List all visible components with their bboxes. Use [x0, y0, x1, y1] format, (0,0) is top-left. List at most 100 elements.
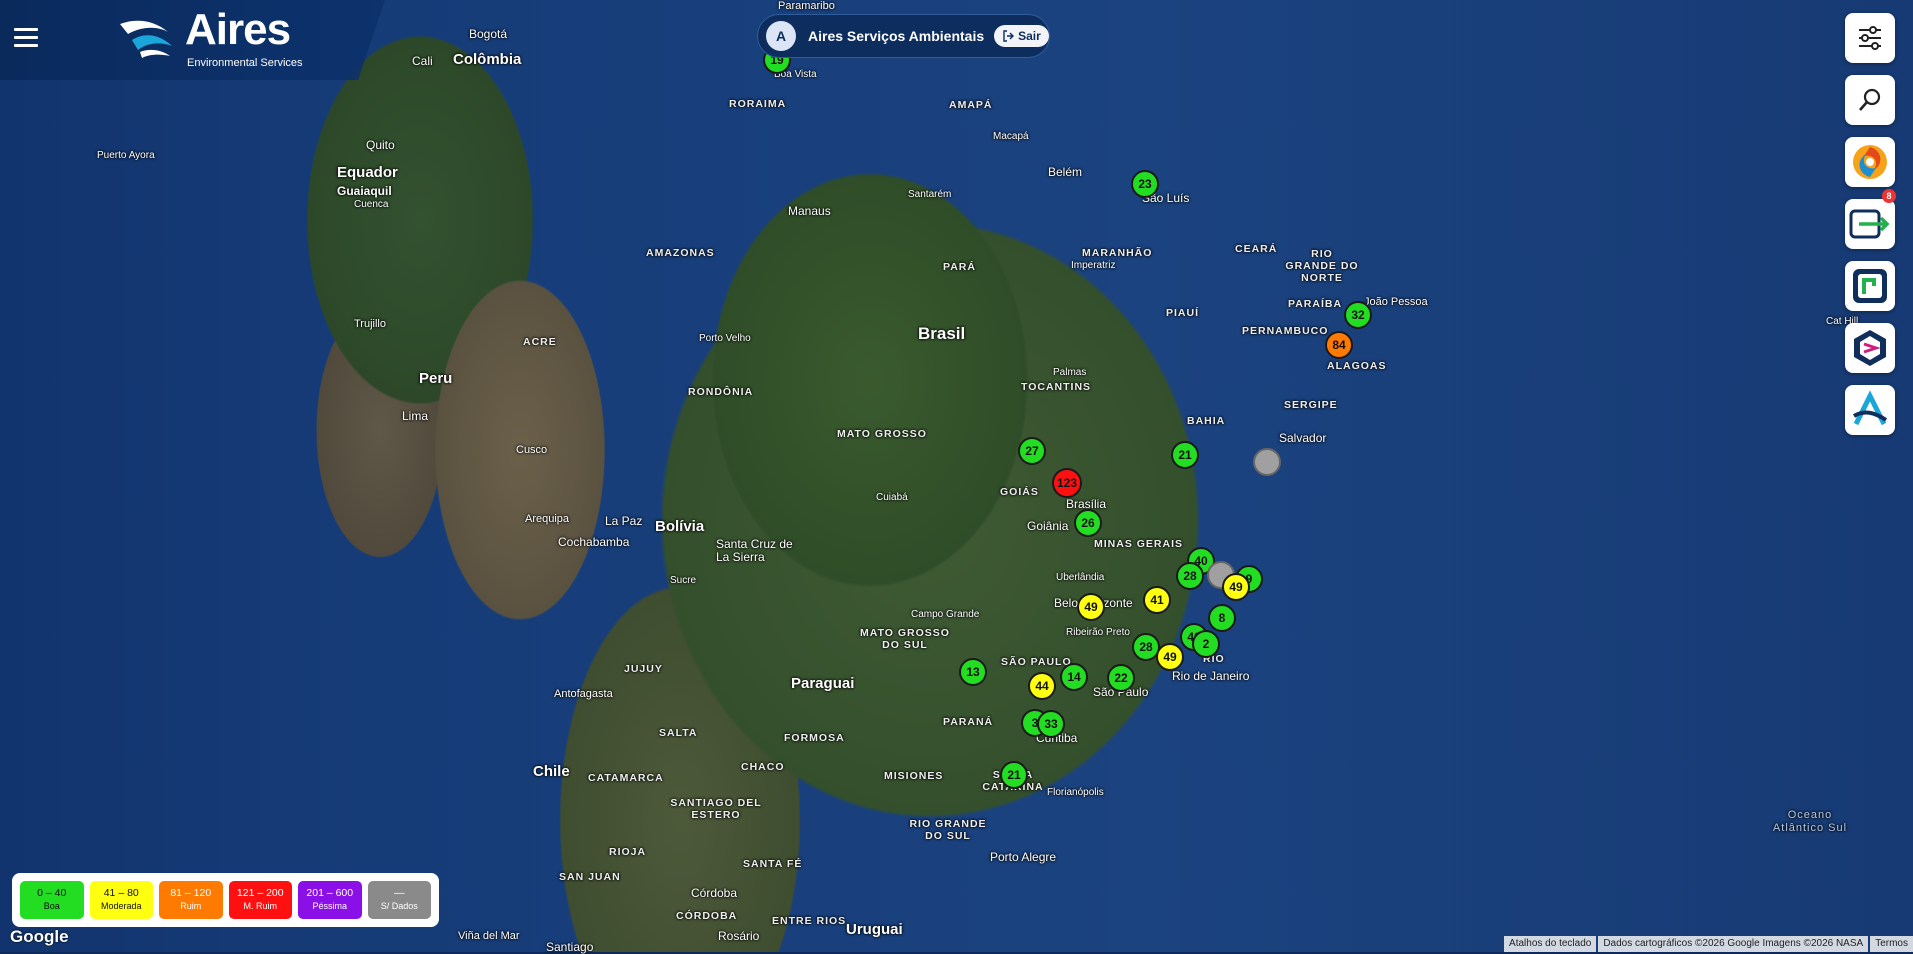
aires-logo-icon	[120, 20, 172, 58]
r-app-icon	[1853, 269, 1887, 303]
aqi-station-marker[interactable]: 13	[959, 658, 987, 686]
city-label: Palmas	[1053, 367, 1087, 378]
aqi-station-marker[interactable]: 28	[1176, 562, 1204, 590]
state-label: SÃO PAULO	[1001, 656, 1072, 668]
aqi-station-marker[interactable]: 23	[1131, 170, 1159, 198]
city-label: Imperatriz	[1071, 260, 1116, 271]
city-label: Goiânia	[1027, 519, 1069, 533]
aqi-station-marker[interactable]: 14	[1060, 663, 1088, 691]
logout-button[interactable]: Sair	[994, 25, 1049, 47]
state-label: RIOJA	[609, 846, 647, 858]
aqi-station-marker[interactable]: 21	[1171, 441, 1199, 469]
aqi-station-marker[interactable]: 27	[1018, 437, 1046, 465]
swirl-app-icon	[1853, 145, 1887, 179]
user-account-bar: A Aires Serviços Ambientais Sair	[757, 14, 1050, 58]
aqi-station-marker[interactable]: 84	[1325, 331, 1353, 359]
country-label: Peru	[419, 370, 453, 387]
state-label: SERGIPE	[1284, 399, 1338, 411]
state-label: CATAMARCA	[588, 772, 664, 784]
city-label: Campo Grande	[911, 609, 980, 620]
export-app-button[interactable]	[1845, 199, 1895, 249]
state-label: SANTA FÉ	[743, 858, 803, 870]
state-label: AMAPÁ	[949, 99, 993, 111]
country-label: Paraguai	[791, 675, 855, 692]
city-label: Porto Alegre	[990, 850, 1057, 864]
weather-app-button[interactable]	[1845, 137, 1895, 187]
brand-subtitle: Environmental Services	[187, 57, 303, 69]
a-app-button[interactable]	[1845, 385, 1895, 435]
search-icon	[1859, 88, 1881, 111]
menu-icon[interactable]	[14, 28, 38, 48]
state-label: PIAUÍ	[1166, 307, 1200, 319]
satellite-map[interactable]: Brasil Colômbia Equador Peru Bolívia Par…	[0, 0, 1913, 954]
city-label: Ribeirão Preto	[1066, 627, 1130, 638]
state-label: BAHIA	[1187, 415, 1226, 427]
city-label: Salvador	[1279, 431, 1327, 445]
aqi-station-marker[interactable]: 21	[1000, 761, 1028, 789]
state-label: MARANHÃO	[1082, 247, 1153, 259]
legend-item: 201 – 600 Péssima	[298, 881, 362, 919]
legend-range: 81 – 120	[170, 887, 212, 899]
legend-range: 201 – 600	[306, 887, 354, 899]
aqi-station-marker[interactable]: 49	[1077, 593, 1105, 621]
terms-link[interactable]: Termos	[1870, 936, 1913, 952]
city-label: Santarém	[908, 189, 952, 200]
state-label: SANTIAGO DEL ESTERO	[670, 797, 762, 821]
state-label: CHACO	[741, 761, 785, 773]
state-label: AMAZONAS	[646, 247, 715, 259]
map-data-credit[interactable]: Dados cartográficos ©2026 Google Imagens…	[1598, 936, 1869, 952]
aqi-station-marker[interactable]	[1253, 448, 1281, 476]
aqi-station-marker[interactable]: 33	[1037, 710, 1065, 738]
state-label: JUJUY	[624, 663, 663, 675]
city-label: La Paz	[605, 514, 643, 528]
hex-app-button[interactable]	[1845, 323, 1895, 373]
filters-button[interactable]	[1845, 13, 1895, 63]
aqi-station-marker[interactable]: 2	[1192, 630, 1220, 658]
a-app-icon	[1852, 390, 1888, 426]
aqi-station-marker[interactable]: 26	[1074, 509, 1102, 537]
city-label: Cochabamba	[558, 535, 630, 549]
state-label: PARÁ	[943, 261, 976, 273]
city-label: Cuenca	[354, 199, 389, 210]
aqi-station-marker[interactable]: 8	[1208, 604, 1236, 632]
country-label: Chile	[533, 763, 570, 780]
aqi-station-marker[interactable]: 49	[1222, 573, 1250, 601]
country-label: Brasil	[918, 324, 966, 343]
city-label: Paramaribo	[778, 0, 835, 12]
state-label: RIO GRANDE DO SUL	[909, 818, 987, 842]
city-label: Rio de Janeiro	[1172, 669, 1250, 683]
state-label: ALAGOAS	[1327, 360, 1387, 372]
legend-item: 81 – 120 Ruim	[159, 881, 223, 919]
state-label: SALTA	[659, 727, 698, 739]
state-label: GOIÁS	[1000, 486, 1039, 498]
city-label: Sucre	[670, 575, 697, 586]
logo-panel: Aires Environmental Services	[0, 0, 385, 80]
avatar[interactable]: A	[766, 21, 796, 51]
search-button[interactable]	[1845, 75, 1895, 125]
aqi-station-marker[interactable]: 44	[1028, 672, 1056, 700]
keyboard-shortcuts-link[interactable]: Atalhos do teclado	[1504, 936, 1597, 952]
country-label: Bolívia	[655, 518, 705, 535]
aqi-station-marker[interactable]: 123	[1052, 468, 1082, 498]
legend-label: Ruim	[180, 901, 202, 911]
logout-label: Sair	[1018, 29, 1041, 43]
state-label: TOCANTINS	[1021, 381, 1092, 393]
legend-label: M. Ruim	[243, 901, 278, 911]
legend-item: — S/ Dados	[367, 881, 431, 919]
city-label: Rosário	[718, 929, 760, 943]
city-label: Santa Cruz de La Sierra	[716, 537, 793, 564]
state-label: FORMOSA	[784, 732, 845, 744]
aqi-station-marker[interactable]: 22	[1107, 664, 1135, 692]
export-icon	[1849, 209, 1890, 239]
google-logo: Google	[10, 927, 69, 946]
aqi-station-marker[interactable]: 49	[1156, 643, 1184, 671]
state-label: MATO GROSSO DO SUL	[860, 627, 950, 651]
aqi-station-marker[interactable]: 41	[1143, 586, 1171, 614]
r-app-button[interactable]	[1845, 261, 1895, 311]
country-label: Uruguai	[846, 921, 903, 938]
city-label: Cali	[412, 54, 433, 68]
legend-range: —	[394, 887, 405, 899]
city-label: Antofagasta	[554, 688, 613, 700]
aqi-station-marker[interactable]: 32	[1344, 301, 1372, 329]
aqi-legend: 0 – 40 Boa 41 – 80 Moderada 81 – 120 Ruim 121 …	[12, 873, 439, 927]
